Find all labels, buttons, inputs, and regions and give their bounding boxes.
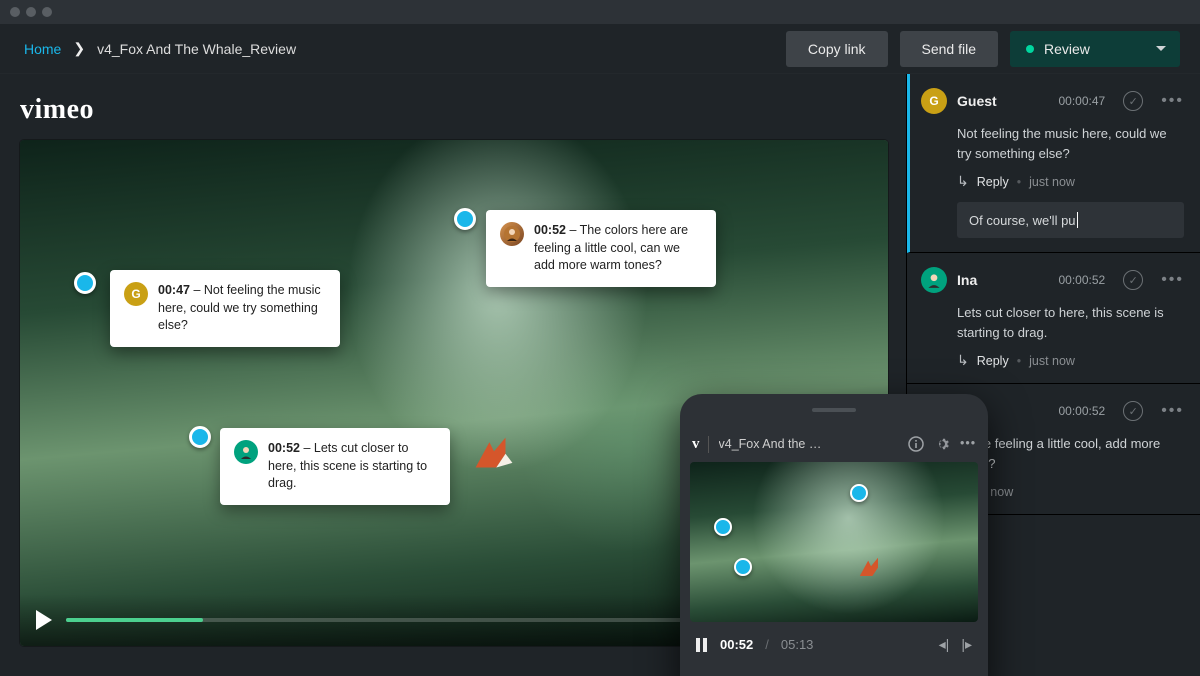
resolve-check-icon[interactable]: ✓ — [1123, 91, 1143, 111]
pause-button[interactable] — [696, 638, 708, 652]
review-label: Review — [1044, 41, 1090, 57]
resolve-check-icon[interactable]: ✓ — [1123, 270, 1143, 290]
phone-player-controls: 00:52 / 05:13 ◂| |▸ — [680, 622, 988, 653]
more-icon[interactable]: ••• — [1161, 92, 1184, 110]
annotation-timecode: 00:47 — [158, 283, 190, 297]
breadcrumb-home[interactable]: Home — [24, 41, 61, 57]
annotation-tooltip: 00:52 – Lets cut closer to here, this sc… — [220, 428, 450, 505]
more-icon[interactable]: ••• — [1161, 271, 1184, 289]
send-file-button[interactable]: Send file — [900, 31, 998, 67]
comment-relative-time: just now — [1029, 175, 1075, 189]
comment-body: Not feeling the music here, could we try… — [957, 124, 1184, 163]
play-button[interactable] — [36, 610, 52, 630]
comment-timecode: 00:00:52 — [1058, 273, 1105, 287]
phone-notch — [680, 394, 988, 426]
reply-input-text: Of course, we'll pu — [969, 213, 1076, 228]
reply-input[interactable]: Of course, we'll pu — [957, 202, 1184, 238]
traffic-light-min[interactable] — [26, 7, 36, 17]
vimeo-logo: vimeo — [20, 94, 888, 126]
breadcrumb-current: v4_Fox And The Whale_Review — [97, 41, 296, 57]
annotation-marker[interactable] — [850, 484, 868, 502]
mobile-preview: v v4_Fox And the … ••• 00 — [680, 394, 988, 676]
vimeo-logo-icon: v — [692, 436, 709, 453]
review-status-dropdown[interactable]: Review — [1010, 31, 1180, 67]
chevron-down-icon — [1156, 46, 1166, 51]
avatar: G — [124, 282, 148, 306]
comment-timecode: 00:00:52 — [1058, 404, 1105, 418]
main-area: vimeo G 00:47 – Not feeling the music he… — [0, 74, 906, 676]
resolve-check-icon[interactable]: ✓ — [1123, 401, 1143, 421]
comment-item[interactable]: G Guest 00:00:47 ✓ ••• Not feeling the m… — [907, 74, 1200, 253]
comment-relative-time: just now — [1029, 354, 1075, 368]
more-icon[interactable]: ••• — [960, 436, 976, 452]
reply-button[interactable]: Reply — [977, 175, 1009, 189]
step-forward-icon[interactable]: |▸ — [961, 636, 972, 653]
annotation-tooltip: 00:52 – The colors here are feeling a li… — [486, 210, 716, 287]
reply-arrow-icon: ↳ — [957, 352, 969, 369]
traffic-light-max[interactable] — [42, 7, 52, 17]
annotation-timecode: 00:52 — [534, 223, 566, 237]
avatar — [500, 222, 524, 246]
phone-title: v4_Fox And the … — [719, 437, 899, 451]
traffic-light-close[interactable] — [10, 7, 20, 17]
comment-body: Lets cut closer to here, this scene is s… — [957, 303, 1184, 342]
copy-link-button[interactable]: Copy link — [786, 31, 888, 67]
breadcrumb: Home ❯ v4_Fox And The Whale_Review — [24, 40, 296, 57]
window-chrome — [0, 0, 1200, 24]
annotation-tooltip: G 00:47 – Not feeling the music here, co… — [110, 270, 340, 347]
annotation-marker[interactable] — [74, 272, 96, 294]
avatar — [921, 267, 947, 293]
phone-video-frame[interactable] — [690, 462, 978, 622]
more-icon[interactable]: ••• — [1161, 402, 1184, 420]
annotation-marker[interactable] — [714, 518, 732, 536]
annotation-marker[interactable] — [454, 208, 476, 230]
chevron-right-icon: ❯ — [73, 40, 85, 57]
reply-button[interactable]: Reply — [977, 354, 1009, 368]
fox-illustration — [471, 433, 517, 479]
annotation-marker[interactable] — [189, 426, 211, 448]
reply-arrow-icon: ↳ — [957, 173, 969, 190]
current-time: 00:52 — [720, 637, 753, 652]
annotation-timecode: 00:52 — [268, 441, 300, 455]
phone-header: v v4_Fox And the … ••• — [680, 426, 988, 462]
comment-item[interactable]: Ina 00:00:52 ✓ ••• Lets cut closer to he… — [907, 253, 1200, 384]
avatar: G — [921, 88, 947, 114]
avatar — [234, 440, 258, 464]
progress-fill — [66, 618, 203, 622]
step-back-icon[interactable]: ◂| — [939, 636, 950, 653]
header-bar: Home ❯ v4_Fox And The Whale_Review Copy … — [0, 24, 1200, 74]
comment-author: Guest — [957, 93, 1048, 109]
annotation-marker[interactable] — [734, 558, 752, 576]
status-dot-icon — [1026, 45, 1034, 53]
header-actions: Copy link Send file Review — [786, 31, 1180, 67]
info-icon[interactable] — [908, 436, 924, 452]
duration-time: 05:13 — [781, 637, 814, 652]
gear-icon[interactable] — [934, 436, 950, 452]
fox-illustration — [857, 555, 885, 583]
comment-timecode: 00:00:47 — [1058, 94, 1105, 108]
comment-author: Ina — [957, 272, 1048, 288]
